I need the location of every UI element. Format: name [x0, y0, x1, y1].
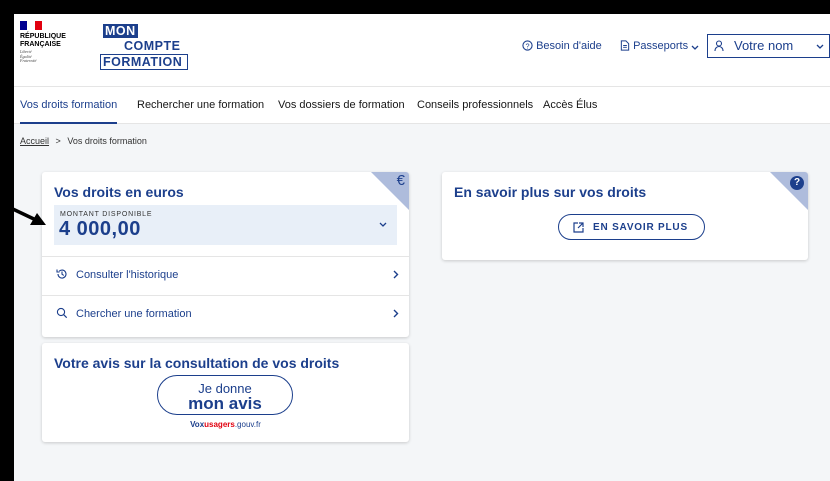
nav-label: Accès Élus [543, 99, 598, 111]
republique-francaise-logo[interactable]: RÉPUBLIQUE FRANÇAISE Liberté Égalité Fra… [20, 21, 95, 64]
nav-label: Vos dossiers de formation [278, 99, 405, 111]
svg-text:?: ? [525, 41, 529, 50]
user-icon [714, 40, 724, 52]
devise-fraternite: Fraternité [20, 58, 37, 63]
amount-value: 4 000,00 [59, 218, 141, 240]
info-card: ? En savoir plus sur vos droits EN SAVOI… [442, 172, 808, 260]
logo-compte: COMPTE [124, 39, 181, 53]
breadcrumb-current: Vos droits formation [67, 136, 147, 146]
passports-menu[interactable]: Passeports [620, 40, 699, 52]
active-tab-indicator [20, 122, 118, 124]
nav-vos-dossiers[interactable]: Vos dossiers de formation [278, 87, 405, 124]
nav-label: Vos droits formation [20, 99, 118, 111]
help-link[interactable]: ? Besoin d'aide [522, 40, 602, 52]
external-link-icon [573, 222, 584, 233]
breadcrumb: Accueil > Vos droits formation [20, 136, 147, 146]
nav-conseils-professionnels[interactable]: Conseils professionnels [417, 87, 533, 124]
french-flag-icon [20, 21, 42, 30]
voxusagers-logo[interactable]: Voxusagers.gouv.fr [42, 420, 409, 429]
vox-part2: usagers [204, 420, 235, 429]
republic-line1: RÉPUBLIQUE [20, 33, 66, 40]
nav-vos-droits-formation[interactable]: Vos droits formation [20, 87, 118, 124]
breadcrumb-home-link[interactable]: Accueil [20, 136, 49, 146]
chevron-down-icon [691, 45, 699, 50]
help-icon[interactable]: ? [790, 176, 804, 190]
search-training-label: Chercher une formation [76, 308, 192, 320]
chevron-down-icon [379, 222, 387, 227]
feedback-card-title: Votre avis sur la consultation de vos dr… [54, 355, 340, 371]
question-circle-icon: ? [522, 40, 533, 51]
history-label: Consulter l'historique [76, 269, 179, 281]
euro-icon: € [396, 172, 405, 189]
search-icon [56, 307, 68, 319]
breadcrumb-separator: > [55, 136, 61, 146]
button-line2: mon avis [188, 394, 262, 413]
logo-mon: MON [103, 24, 138, 38]
user-name-label: Votre nom [734, 38, 794, 53]
rights-card-title: Vos droits en euros [54, 184, 184, 200]
nav-label: Conseils professionnels [417, 99, 534, 111]
search-training-link[interactable]: Chercher une formation [42, 295, 409, 333]
rights-card: € Vos droits en euros MONTANT DISPONIBLE… [42, 172, 409, 337]
amount-label: MONTANT DISPONIBLE [60, 211, 153, 218]
chevron-right-icon [393, 309, 399, 318]
je-donne-mon-avis-button[interactable]: Je donne mon avis [157, 375, 293, 415]
document-icon [620, 40, 630, 51]
en-savoir-plus-button[interactable]: EN SAVOIR PLUS [558, 214, 705, 240]
passports-label: Passeports [633, 40, 689, 52]
main-nav: Vos droits formation Rechercher une form… [14, 86, 830, 124]
logo-formation: FORMATION [100, 54, 188, 70]
user-account-button[interactable]: Votre nom [707, 34, 830, 58]
browser-viewport: RÉPUBLIQUE FRANÇAISE Liberté Égalité Fra… [14, 14, 830, 481]
help-label: Besoin d'aide [536, 40, 602, 52]
feedback-card: Votre avis sur la consultation de vos dr… [42, 343, 409, 442]
en-savoir-plus-label: EN SAVOIR PLUS [593, 222, 688, 233]
annotation-arrow-icon [0, 201, 46, 225]
info-card-title: En savoir plus sur vos droits [454, 184, 647, 200]
nav-rechercher-formation[interactable]: Rechercher une formation [137, 87, 264, 124]
republic-line2: FRANÇAISE [20, 40, 61, 48]
chevron-right-icon [393, 270, 399, 279]
vox-part1: Vox [190, 420, 205, 429]
history-icon [56, 269, 67, 279]
nav-acces-elus[interactable]: Accès Élus [543, 87, 597, 124]
site-header: RÉPUBLIQUE FRANÇAISE Liberté Égalité Fra… [14, 14, 830, 86]
chevron-down-icon [816, 44, 824, 49]
nav-label: Rechercher une formation [137, 99, 265, 111]
vox-part3: .gouv.fr [234, 420, 261, 429]
history-link[interactable]: Consulter l'historique [42, 256, 409, 294]
available-amount-toggle[interactable]: MONTANT DISPONIBLE 4 000,00 [54, 205, 397, 245]
mon-compte-formation-logo[interactable]: MON COMPTE FORMATION [100, 24, 188, 74]
